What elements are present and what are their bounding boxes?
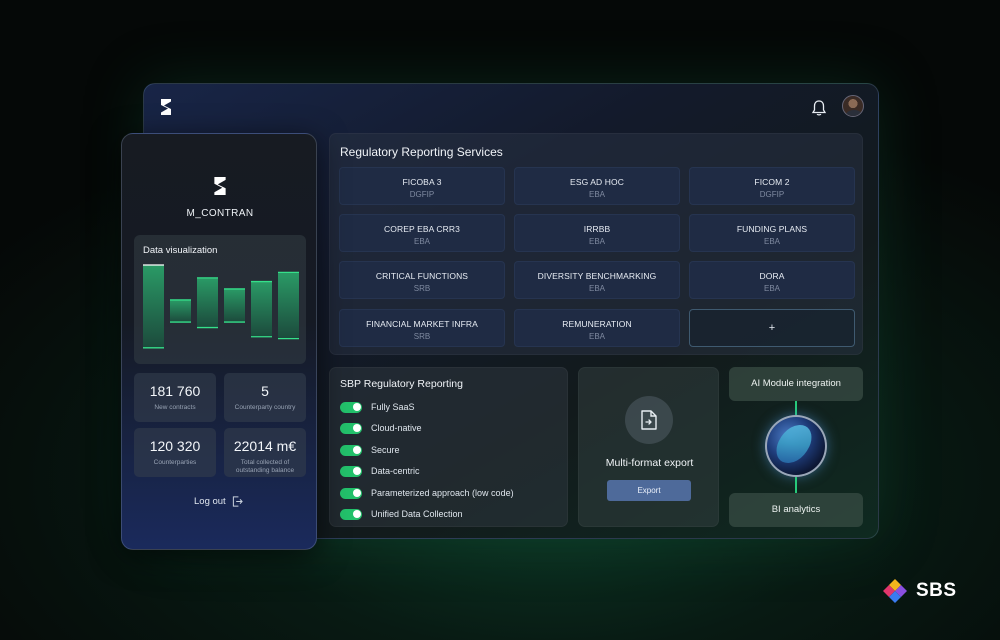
- logout-icon: [232, 496, 243, 507]
- service-funding-plans[interactable]: FUNDING PLANS EBA: [689, 214, 855, 252]
- stat-counterparties: 120 320 Counterparties: [134, 428, 216, 477]
- toggle-switch[interactable]: [340, 422, 362, 434]
- feature-label: Cloud-native: [371, 423, 422, 433]
- stat-label: New contracts: [154, 404, 196, 411]
- service-title: FICOM 2: [754, 177, 790, 187]
- service-remuneration[interactable]: REMUNERATION EBA: [514, 309, 680, 347]
- feature-row: Parameterized approach (low code): [340, 486, 514, 500]
- file-export-icon: [625, 396, 673, 444]
- service-title: COREP EBA CRR3: [384, 224, 460, 234]
- service-financial-market-infra[interactable]: FINANCIAL MARKET INFRA SRB: [339, 309, 505, 347]
- service-authority: EBA: [588, 190, 605, 199]
- mobile-app: M_CONTRAN Data visualization 181 760 New…: [121, 133, 317, 550]
- feature-row: Secure: [340, 443, 400, 457]
- logout-label: Log out: [194, 496, 226, 507]
- services-title: Regulatory Reporting Services: [340, 145, 503, 159]
- feature-label: Unified Data Collection: [371, 509, 463, 519]
- service-authority: DGFIP: [409, 190, 435, 199]
- toggle-switch[interactable]: [340, 444, 362, 456]
- service-dora[interactable]: DORA EBA: [689, 261, 855, 299]
- service-ficom-2[interactable]: FICOM 2 DGFIP: [689, 167, 855, 205]
- user-avatar[interactable]: [842, 95, 864, 117]
- stat-label: Counterparty country: [234, 404, 296, 411]
- service-authority: SRB: [413, 284, 431, 293]
- brand-name: SBS: [916, 580, 957, 601]
- bell-icon[interactable]: [810, 99, 828, 117]
- sbp-title: SBP Regulatory Reporting: [340, 378, 463, 390]
- sbp-reporting-panel: SBP Regulatory Reporting Fully SaaS Clou…: [329, 367, 568, 527]
- service-authority: EBA: [588, 332, 605, 341]
- export-button[interactable]: Export: [607, 480, 691, 501]
- service-authority: SRB: [413, 332, 431, 341]
- chart-bar: [278, 272, 299, 339]
- regulatory-services-panel: Regulatory Reporting Services FICOBA 3 D…: [329, 133, 863, 355]
- service-title: DORA: [759, 271, 785, 281]
- stat-outstanding-balance: 22014 m€ Total collected of outstanding …: [224, 428, 306, 477]
- feature-row: Fully SaaS: [340, 400, 415, 414]
- service-authority: DGFIP: [759, 190, 785, 199]
- service-authority: EBA: [413, 237, 430, 246]
- service-critical-functions[interactable]: CRITICAL FUNCTIONS SRB: [339, 261, 505, 299]
- service-title: FINANCIAL MARKET INFRA: [366, 319, 478, 329]
- service-title: ESG AD HOC: [570, 177, 624, 187]
- toggle-switch[interactable]: [340, 465, 362, 477]
- stat-new-contracts: 181 760 New contracts: [134, 373, 216, 422]
- data-visualization-card: Data visualization: [134, 235, 306, 364]
- service-title: DIVERSITY BENCHMARKING: [537, 271, 657, 281]
- chart-bar: [170, 299, 191, 323]
- feature-row: Data-centric: [340, 464, 420, 478]
- service-title: FICOBA 3: [402, 177, 442, 187]
- service-authority: EBA: [763, 237, 780, 246]
- service-title: FUNDING PLANS: [736, 224, 808, 234]
- service-corep-eba-crr3[interactable]: COREP EBA CRR3 EBA: [339, 214, 505, 252]
- s-logo-icon[interactable]: [158, 98, 174, 116]
- stat-value: 22014 m€: [233, 438, 297, 454]
- feature-label: Fully SaaS: [371, 402, 415, 412]
- chart-bar: [251, 281, 272, 337]
- ai-module-panel: AI Module integration BI analytics: [729, 367, 863, 527]
- feature-row: Unified Data Collection: [340, 507, 463, 521]
- service-ficoba-3[interactable]: FICOBA 3 DGFIP: [339, 167, 505, 205]
- service-title: REMUNERATION: [562, 319, 632, 329]
- ai-orb-icon: [765, 415, 827, 477]
- service-title: CRITICAL FUNCTIONS: [375, 271, 469, 281]
- chart-bar: [224, 288, 245, 323]
- chart-bar: [143, 265, 164, 348]
- sbs-logo-icon: [883, 579, 907, 603]
- service-diversity-benchmarking[interactable]: DIVERSITY BENCHMARKING EBA: [514, 261, 680, 299]
- connector-line: [795, 477, 797, 493]
- stat-value: 120 320: [149, 438, 201, 454]
- toggle-switch[interactable]: [340, 508, 362, 520]
- feature-label: Data-centric: [371, 466, 420, 476]
- chart-bar: [197, 277, 218, 328]
- username: M_CONTRAN: [186, 208, 254, 219]
- ai-module-card[interactable]: AI Module integration: [729, 367, 863, 401]
- stat-label: Total collected of outstanding balance: [235, 459, 295, 474]
- stat-label: Counterparties: [153, 459, 197, 466]
- export-title: Multi-format export: [605, 457, 694, 469]
- service-irrbb[interactable]: IRRBB EBA: [514, 214, 680, 252]
- feature-row: Cloud-native: [340, 421, 422, 435]
- sbs-brand: SBS: [882, 578, 957, 604]
- add-service-button[interactable]: +: [689, 309, 855, 347]
- service-title: IRRBB: [583, 224, 611, 234]
- service-authority: EBA: [763, 284, 780, 293]
- service-authority: EBA: [588, 237, 605, 246]
- feature-label: Parameterized approach (low code): [371, 488, 514, 498]
- bar-chart: [143, 264, 299, 349]
- stat-counterparty-country: 5 Counterparty country: [224, 373, 306, 422]
- stat-value: 5: [261, 383, 269, 399]
- stat-value: 181 760: [149, 383, 201, 399]
- service-esg-ad-hoc[interactable]: ESG AD HOC EBA: [514, 167, 680, 205]
- export-panel: Multi-format export Export: [578, 367, 719, 527]
- logout-button[interactable]: Log out: [194, 496, 243, 507]
- bi-analytics-card[interactable]: BI analytics: [729, 493, 863, 527]
- toggle-switch[interactable]: [340, 401, 362, 413]
- s-logo-icon: [214, 177, 226, 195]
- service-authority: EBA: [588, 284, 605, 293]
- feature-label: Secure: [371, 445, 400, 455]
- toggle-switch[interactable]: [340, 487, 362, 499]
